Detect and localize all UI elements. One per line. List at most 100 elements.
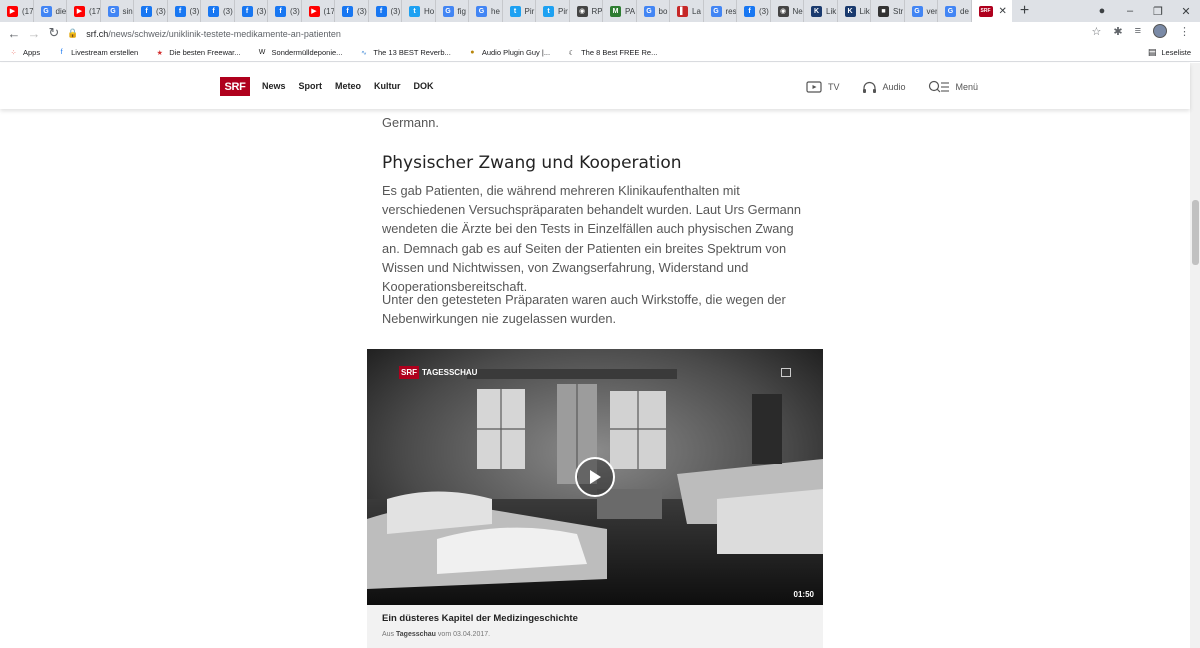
la-icon: ▌ bbox=[677, 5, 688, 17]
bookmark-item[interactable]: f Livestream erstellen bbox=[57, 48, 139, 57]
nav-kultur[interactable]: Kultur bbox=[374, 81, 401, 91]
browser-tab[interactable]: ▶ (17 bbox=[67, 0, 101, 22]
bookmark-item[interactable]: ● Audio Plugin Guy |... bbox=[468, 48, 550, 57]
profile-avatar[interactable] bbox=[1153, 24, 1167, 38]
browser-toolbar: ← → ↻ 🔒 srf.ch/news/schweiz/uniklinik-te… bbox=[0, 22, 1200, 44]
share-icon[interactable] bbox=[781, 368, 791, 377]
toolbar-actions: ☆ ✱ ≡ ⋮ bbox=[1091, 24, 1190, 38]
globe-icon: ◉ bbox=[777, 5, 789, 17]
video-player[interactable]: SRF TAGESSCHAU 01:50 bbox=[367, 349, 823, 605]
nav-meteo[interactable]: Meteo bbox=[335, 81, 361, 91]
nav-sport[interactable]: Sport bbox=[299, 81, 323, 91]
nav-news[interactable]: News bbox=[262, 81, 286, 91]
bookmark-item[interactable]: ★ Die besten Freewar... bbox=[155, 48, 241, 57]
page-scrollbar[interactable] bbox=[1190, 63, 1200, 648]
browser-tab[interactable]: Gde bbox=[938, 0, 972, 22]
k-icon: K bbox=[844, 5, 856, 17]
browser-tab-title: (3) bbox=[223, 6, 233, 16]
article-paragraph: Es gab Patienten, die während mehreren K… bbox=[382, 183, 801, 295]
google-icon: G bbox=[476, 5, 487, 17]
window-controls: ● – ❐ ✕ bbox=[1088, 0, 1200, 22]
browser-tab[interactable]: f (3) bbox=[737, 0, 771, 22]
bookmark-item[interactable]: ⁘ Apps bbox=[9, 48, 41, 57]
audio-button[interactable]: Audio bbox=[862, 81, 906, 94]
browser-tab[interactable]: f (3) bbox=[235, 0, 268, 22]
more-menu-icon[interactable]: ⋮ bbox=[1179, 25, 1190, 38]
profile-dot-icon[interactable]: ● bbox=[1088, 5, 1116, 17]
nav-dok[interactable]: DOK bbox=[414, 81, 434, 91]
browser-tab[interactable]: Gres bbox=[704, 0, 737, 22]
browser-tab[interactable]: ◉ RP bbox=[570, 0, 603, 22]
browser-tab-title: Ho bbox=[424, 6, 435, 16]
media-icon[interactable]: ≡ bbox=[1135, 25, 1141, 37]
close-tab-icon[interactable]: ✕ bbox=[999, 6, 1007, 17]
address-bar[interactable]: 🔒 srf.ch/news/schweiz/uniklinik-testete-… bbox=[67, 25, 1107, 42]
audio-label: Audio bbox=[882, 82, 906, 92]
url-path: /news/schweiz/uniklinik-testete-medikame… bbox=[108, 28, 341, 39]
reading-list-button[interactable]: ▤ Leseliste bbox=[1148, 47, 1191, 58]
facebook-icon: f bbox=[241, 5, 253, 17]
play-icon bbox=[590, 470, 601, 484]
facebook-icon: f bbox=[342, 5, 353, 17]
browser-tab[interactable]: Gver bbox=[905, 0, 938, 22]
moon-icon: ☾ bbox=[568, 49, 575, 57]
video-title[interactable]: Ein düsteres Kapitel der Medizingeschich… bbox=[382, 613, 578, 624]
browser-tab[interactable]: t Ho bbox=[402, 0, 436, 22]
bookmark-label: Audio Plugin Guy |... bbox=[481, 48, 551, 57]
reload-button[interactable]: ↻ bbox=[44, 25, 64, 41]
browser-tab-title: Ne bbox=[792, 6, 803, 16]
bookmark-label: Livestream erstellen bbox=[71, 48, 139, 57]
back-button[interactable]: ← bbox=[4, 26, 24, 41]
pa-icon: M bbox=[610, 5, 621, 17]
browser-tab[interactable]: M PA bbox=[603, 0, 637, 22]
bookmark-star-icon[interactable]: ☆ bbox=[1091, 25, 1101, 38]
close-window-button[interactable]: ✕ bbox=[1172, 5, 1200, 18]
browser-tab[interactable]: Gsin bbox=[101, 0, 134, 22]
browser-tab[interactable]: f (3) bbox=[168, 0, 201, 22]
browser-tab[interactable]: t Pir bbox=[536, 0, 570, 22]
browser-tab[interactable]: f (3) bbox=[369, 0, 402, 22]
browser-tab-title: fig bbox=[457, 6, 466, 16]
bookmark-item[interactable]: W Sondermülldeponie... bbox=[258, 48, 343, 57]
browser-tab[interactable]: ▶ (17 bbox=[302, 0, 335, 22]
browser-tab[interactable]: ◉ Ne bbox=[771, 0, 804, 22]
browser-tab-title: ver bbox=[926, 6, 938, 16]
browser-tab[interactable]: f (3) bbox=[134, 0, 168, 22]
browser-tab[interactable]: K Lik bbox=[838, 0, 871, 22]
extensions-icon[interactable]: ✱ bbox=[1113, 25, 1122, 38]
browser-tab[interactable]: t Pir bbox=[503, 0, 536, 22]
search-menu-icon bbox=[928, 80, 949, 93]
bookmark-item[interactable]: ∿ The 13 BEST Reverb... bbox=[359, 48, 451, 57]
scrollbar-thumb[interactable] bbox=[1192, 200, 1199, 265]
facebook-icon: f bbox=[141, 5, 152, 17]
twitter-icon: t bbox=[409, 5, 420, 17]
browser-tab[interactable]: Ghe bbox=[469, 0, 503, 22]
browser-tab-title: he bbox=[491, 6, 500, 16]
browser-tab[interactable]: f (3) bbox=[201, 0, 235, 22]
forward-button[interactable]: → bbox=[24, 26, 44, 41]
browser-tab[interactable]: Gfig bbox=[436, 0, 469, 22]
srf-logo[interactable]: SRF bbox=[220, 77, 250, 96]
maximize-button[interactable]: ❐ bbox=[1144, 5, 1172, 18]
video-meta-show[interactable]: Tagesschau bbox=[396, 631, 436, 638]
tv-button[interactable]: TV bbox=[806, 81, 840, 93]
browser-tab[interactable]: Gdie bbox=[34, 0, 67, 22]
play-button[interactable] bbox=[575, 457, 615, 497]
minimize-button[interactable]: – bbox=[1116, 5, 1144, 17]
browser-tab[interactable]: K Lik bbox=[804, 0, 838, 22]
google-icon: G bbox=[945, 5, 956, 17]
browser-tab[interactable]: f (3) bbox=[268, 0, 302, 22]
browser-tab[interactable]: ■ Str bbox=[871, 0, 905, 22]
bookmark-item[interactable]: ☾ The 8 Best FREE Re... bbox=[567, 48, 657, 57]
browser-tab[interactable]: Gbo bbox=[637, 0, 670, 22]
menu-button[interactable]: Menü bbox=[928, 80, 978, 94]
browser-tab-title: (17 bbox=[89, 6, 101, 16]
k-icon: K bbox=[811, 5, 822, 17]
facebook-icon: f bbox=[174, 5, 186, 17]
browser-tab[interactable]: ▶ (17 bbox=[0, 0, 34, 22]
browser-tab-active[interactable]: SRF ✕ bbox=[971, 0, 1012, 22]
browser-tab[interactable]: ▌ La bbox=[670, 0, 704, 22]
browser-tab[interactable]: f (3) bbox=[335, 0, 369, 22]
new-tab-button[interactable]: + bbox=[1012, 0, 1038, 22]
google-icon: G bbox=[710, 5, 722, 17]
